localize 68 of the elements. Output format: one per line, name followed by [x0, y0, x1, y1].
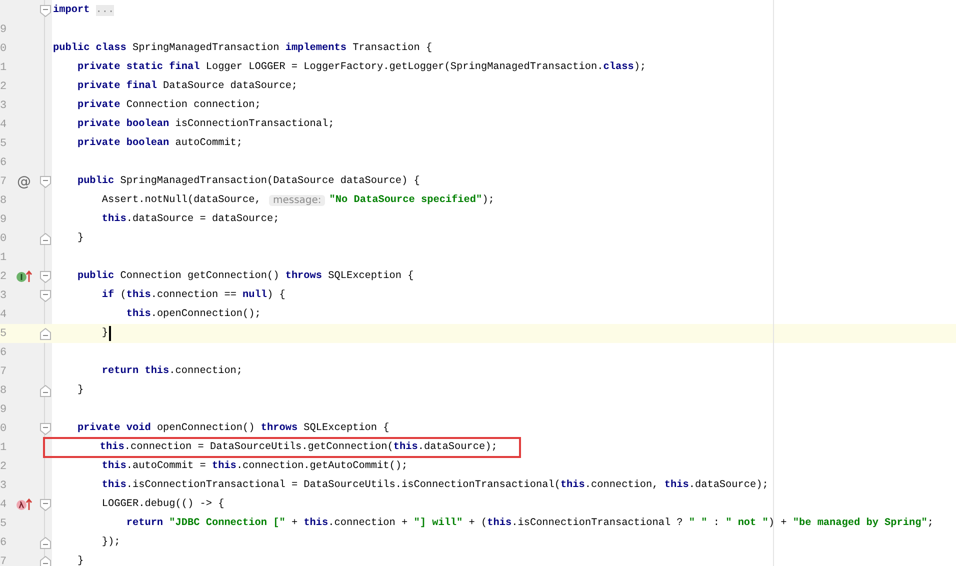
- fold-marker[interactable]: [40, 384, 50, 396]
- code-line: Assert.notNull(dataSource, message: "No DataSource specified");: [100, 194, 496, 208]
- code-line: LOGGER.debug(() -> {: [100, 498, 226, 512]
- line-number: 9: [0, 214, 7, 226]
- line-number: 1: [0, 252, 7, 264]
- code-line: private boolean autoCommit;: [76, 136, 244, 151]
- code-line: }: [100, 326, 110, 341]
- line-number: 6: [0, 346, 7, 358]
- line-number: 0: [0, 42, 7, 54]
- fold-marker[interactable]: [40, 290, 50, 302]
- code-line: return this.connection;: [100, 364, 244, 379]
- fold-marker[interactable]: [40, 498, 50, 510]
- line-number: 4: [0, 498, 7, 510]
- line-number: 3: [0, 100, 7, 112]
- code-line: private final DataSource dataSource;: [76, 80, 299, 94]
- line-number: 3: [0, 290, 7, 302]
- code-line: }: [76, 232, 85, 246]
- line-number: 7: [0, 176, 7, 188]
- line-number: 2: [0, 460, 7, 472]
- line-number: 5: [0, 518, 7, 530]
- lambda-icon[interactable]: [16, 498, 32, 511]
- code-line: private static final Logger LOGGER = LoggerFactory.getLogger(SpringManagedTransaction.class);: [76, 60, 648, 75]
- override-marker[interactable]: @: [17, 174, 31, 190]
- fold-marker[interactable]: [40, 176, 50, 188]
- fold-marker[interactable]: [40, 4, 50, 16]
- implements-icon[interactable]: [16, 270, 32, 283]
- code-line: this.isConnectionTransactional = DataSourceUtils.isConnectionTransactional(this.connection, this.dataSource);: [100, 478, 770, 493]
- line-number: 6: [0, 156, 7, 168]
- fold-marker[interactable]: [40, 328, 50, 340]
- code-line: private boolean isConnectionTransactional;: [76, 118, 336, 132]
- line-number: 9: [0, 24, 7, 36]
- code-line: });: [100, 536, 122, 550]
- line-number: 0: [0, 232, 7, 244]
- code-line: return "JDBC Connection [" + this.connection + "] will" + (this.isConnectionTransactional ? " " : " not ") + "be managed by Spring";: [125, 516, 934, 531]
- fold-marker[interactable]: [40, 556, 50, 566]
- code-line: public class SpringManagedTransaction implements Transaction {: [52, 42, 434, 56]
- line-number: 3: [0, 480, 7, 492]
- fold-marker[interactable]: [40, 232, 50, 244]
- line-number: 8: [0, 384, 7, 396]
- code-line: this.connection = DataSourceUtils.getConnection(this.dataSource);: [45, 439, 520, 456]
- code-line: public Connection getConnection() throws SQLException {: [76, 270, 415, 284]
- code-line: }: [76, 554, 85, 566]
- line-number: 9: [0, 404, 7, 416]
- code-line: if (this.connection == null) {: [100, 288, 286, 303]
- line-number: 6: [0, 536, 7, 548]
- code-line: private Connection connection;: [76, 98, 262, 113]
- line-number: 0: [0, 422, 7, 434]
- code-line: this.openConnection();: [125, 308, 262, 322]
- code-line: this.autoCommit = this.connection.getAutoCommit();: [100, 460, 409, 474]
- line-number: 5: [0, 328, 7, 340]
- line-number: 7: [0, 556, 7, 566]
- fold-marker[interactable]: [40, 536, 50, 548]
- code-line: public SpringManagedTransaction(DataSource dataSource) {: [76, 174, 421, 189]
- line-number: 1: [0, 62, 7, 74]
- line-number: 7: [0, 366, 7, 378]
- fold-marker[interactable]: [40, 270, 50, 282]
- line-number: 4: [0, 308, 7, 320]
- code-line: private void openConnection() throws SQLException {: [76, 422, 390, 436]
- code-line: import ...: [52, 4, 116, 18]
- line-number: 1: [0, 442, 7, 454]
- code-line: }: [76, 384, 85, 398]
- code-line: this.dataSource = dataSource;: [100, 212, 280, 227]
- line-number: 4: [0, 118, 7, 130]
- line-number: 5: [0, 138, 7, 150]
- line-number: 2: [0, 270, 7, 282]
- fold-marker[interactable]: [40, 422, 50, 434]
- line-number: 2: [0, 80, 7, 92]
- line-number: 8: [0, 194, 7, 206]
